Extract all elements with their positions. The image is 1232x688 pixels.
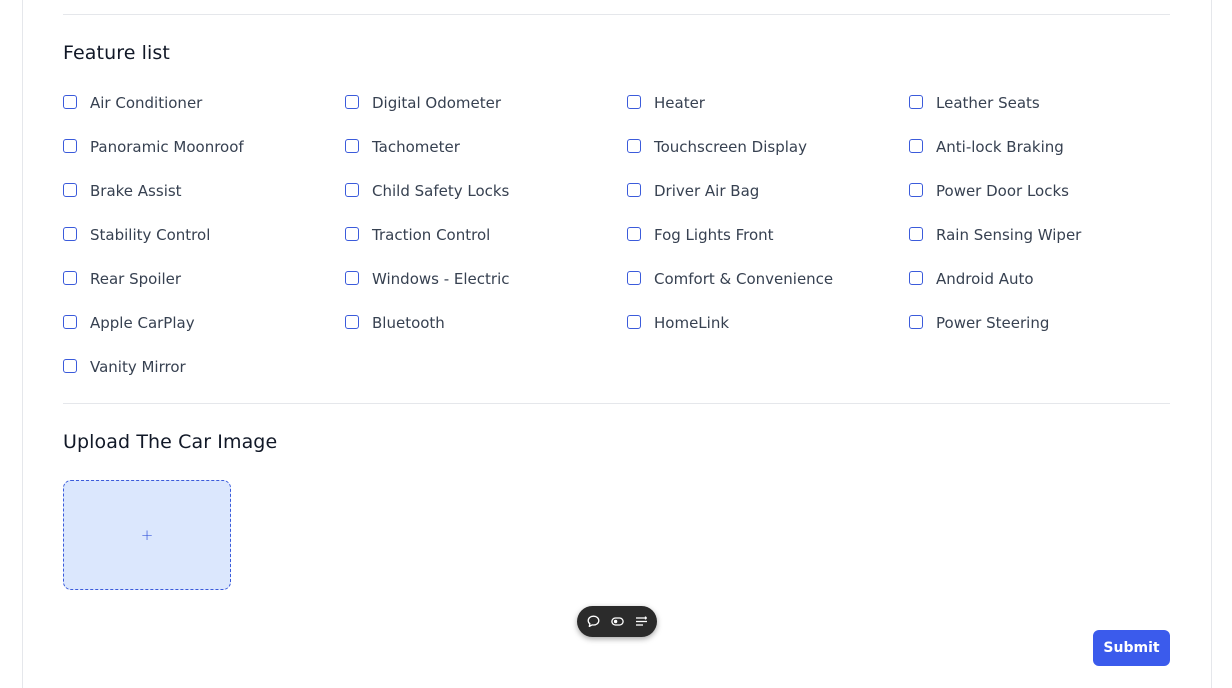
feature-label: Apple CarPlay: [90, 314, 195, 332]
feature-checkbox-item[interactable]: Air Conditioner: [63, 92, 345, 114]
feature-label: Driver Air Bag: [654, 182, 760, 200]
checkbox[interactable]: [63, 138, 77, 153]
feature-label: Leather Seats: [936, 94, 1040, 112]
checkbox[interactable]: [345, 226, 359, 241]
checkbox[interactable]: [345, 314, 359, 329]
checkbox[interactable]: [909, 138, 923, 153]
checkbox[interactable]: [909, 270, 923, 285]
comment-icon[interactable]: [587, 615, 600, 628]
checkbox[interactable]: [345, 270, 359, 285]
checkbox[interactable]: [345, 182, 359, 197]
feature-label: Anti-lock Braking: [936, 138, 1064, 156]
checkbox[interactable]: [627, 94, 641, 109]
top-divider: [63, 14, 1170, 15]
checkbox[interactable]: [909, 182, 923, 197]
feature-checkbox-item[interactable]: Windows - Electric: [345, 268, 627, 290]
checkbox[interactable]: [909, 94, 923, 109]
feature-label: Tachometer: [372, 138, 460, 156]
plus-icon: +: [140, 526, 154, 544]
toggle-icon[interactable]: [610, 615, 624, 628]
checkbox[interactable]: [63, 270, 77, 285]
checkbox[interactable]: [63, 94, 77, 109]
checkbox[interactable]: [345, 94, 359, 109]
feature-label: Comfort & Convenience: [654, 270, 834, 288]
feature-checkbox-item[interactable]: Heater: [627, 92, 909, 114]
feature-checkbox-item[interactable]: Stability Control: [63, 224, 345, 246]
feature-checkbox-item[interactable]: Digital Odometer: [345, 92, 627, 114]
feature-checkbox-item[interactable]: HomeLink: [627, 312, 909, 334]
feature-label: Air Conditioner: [90, 94, 203, 112]
feature-label: Digital Odometer: [372, 94, 502, 112]
checkbox[interactable]: [627, 182, 641, 197]
feature-checkbox-item[interactable]: Anti-lock Braking: [909, 136, 1170, 158]
feature-label: Heater: [654, 94, 705, 112]
feature-checkbox-grid: Air Conditioner Digital Odometer Heater Lea…: [63, 92, 1170, 400]
checkbox[interactable]: [627, 314, 641, 329]
feature-checkbox-item[interactable]: Leather Seats: [909, 92, 1170, 114]
feature-label: Rear Spoiler: [90, 270, 182, 288]
feature-checkbox-item[interactable]: Bluetooth: [345, 312, 627, 334]
feature-label: Android Auto: [936, 270, 1034, 288]
feature-label: Traction Control: [372, 226, 491, 244]
checkbox[interactable]: [63, 358, 77, 373]
feature-checkbox-item[interactable]: Power Steering: [909, 312, 1170, 334]
menu-lines-icon[interactable]: [635, 615, 648, 628]
floating-toolbar: [577, 606, 657, 637]
feature-checkbox-item[interactable]: Brake Assist: [63, 180, 345, 202]
feature-checkbox-item[interactable]: Traction Control: [345, 224, 627, 246]
feature-checkbox-item[interactable]: Apple CarPlay: [63, 312, 345, 334]
feature-label: Power Steering: [936, 314, 1050, 332]
feature-checkbox-item[interactable]: Tachometer: [345, 136, 627, 158]
image-upload-dropzone[interactable]: +: [63, 480, 231, 590]
checkbox[interactable]: [63, 182, 77, 197]
feature-checkbox-item[interactable]: Vanity Mirror: [63, 356, 345, 378]
checkbox[interactable]: [627, 226, 641, 241]
feature-checkbox-item[interactable]: Power Door Locks: [909, 180, 1170, 202]
feature-checkbox-item[interactable]: Comfort & Convenience: [627, 268, 909, 290]
feature-checkbox-item[interactable]: Fog Lights Front: [627, 224, 909, 246]
feature-label: Stability Control: [90, 226, 211, 244]
feature-label: Bluetooth: [372, 314, 445, 332]
checkbox[interactable]: [909, 314, 923, 329]
submit-button[interactable]: Submit: [1093, 630, 1170, 666]
feature-label: Windows - Electric: [372, 270, 510, 288]
feature-checkbox-item[interactable]: Touchscreen Display: [627, 136, 909, 158]
checkbox[interactable]: [63, 226, 77, 241]
feature-label: Panoramic Moonroof: [90, 138, 244, 156]
feature-checkbox-item[interactable]: Child Safety Locks: [345, 180, 627, 202]
checkbox[interactable]: [63, 314, 77, 329]
feature-checkbox-item[interactable]: Panoramic Moonroof: [63, 136, 345, 158]
checkbox[interactable]: [909, 226, 923, 241]
feature-label: HomeLink: [654, 314, 730, 332]
feature-checkbox-item[interactable]: Rear Spoiler: [63, 268, 345, 290]
upload-section-title: Upload The Car Image: [63, 431, 278, 453]
feature-label: Child Safety Locks: [372, 182, 510, 200]
feature-label: Power Door Locks: [936, 182, 1069, 200]
feature-checkbox-item[interactable]: Android Auto: [909, 268, 1170, 290]
feature-list-title: Feature list: [63, 42, 170, 64]
middle-divider: [63, 403, 1170, 404]
feature-label: Brake Assist: [90, 182, 182, 200]
checkbox[interactable]: [345, 138, 359, 153]
feature-checkbox-item[interactable]: Driver Air Bag: [627, 180, 909, 202]
feature-label: Fog Lights Front: [654, 226, 774, 244]
feature-checkbox-item[interactable]: Rain Sensing Wiper: [909, 224, 1170, 246]
checkbox[interactable]: [627, 270, 641, 285]
feature-label: Rain Sensing Wiper: [936, 226, 1082, 244]
feature-label: Touchscreen Display: [654, 138, 807, 156]
checkbox[interactable]: [627, 138, 641, 153]
feature-label: Vanity Mirror: [90, 358, 186, 376]
